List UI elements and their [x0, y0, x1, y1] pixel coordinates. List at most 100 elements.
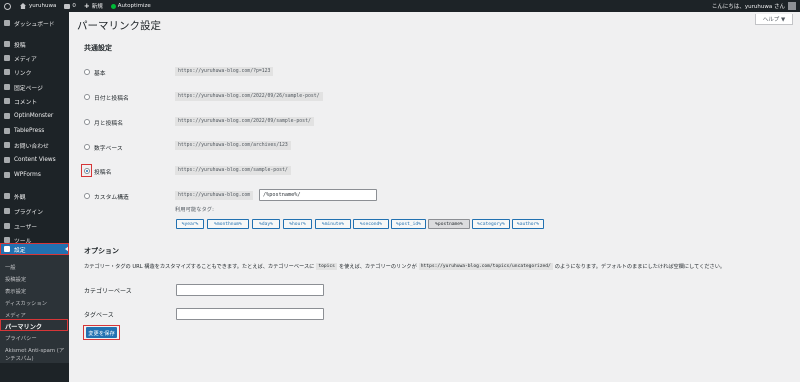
permalink-option-day-name[interactable]: 日付と投稿名	[84, 93, 129, 102]
page-icon	[4, 84, 10, 90]
tag-button-postname[interactable]: %postname%	[428, 219, 470, 229]
optional-description: カテゴリー・タグの URL 構造をカスタマイズすることもできます。たとえば、カテ…	[84, 263, 725, 270]
submenu-item-discussion[interactable]: ディスカッション	[5, 299, 47, 307]
description-text: を使えば、カテゴリーのリンクが	[338, 264, 417, 270]
sidebar-item-label: ユーザー	[14, 224, 38, 231]
submenu-item-writing[interactable]: 投稿設定	[5, 275, 26, 283]
sidebar-item-label: Content Views	[14, 157, 56, 163]
sidebar-item-label: リンク	[14, 70, 32, 77]
radio-button[interactable]	[84, 69, 90, 75]
description-code-topics: topics	[316, 263, 337, 270]
highlight-box-post-name	[81, 164, 92, 177]
submenu-item-reading[interactable]: 表示設定	[5, 287, 26, 295]
option-label: 数字ベース	[94, 145, 123, 152]
sidebar-item-posts[interactable]: 投稿	[0, 38, 69, 50]
sidebar-item-users[interactable]: ユーザー	[0, 220, 69, 232]
example-url-post-name: https://yuruhuwa-blog.com/sample-post/	[175, 166, 291, 175]
permalink-option-custom[interactable]: カスタム構造	[84, 192, 129, 201]
example-url-month-name: https://yuruhuwa-blog.com/2022/09/sample…	[175, 117, 314, 126]
page-title: パーマリンク設定	[77, 20, 161, 32]
appearance-icon	[4, 193, 10, 199]
sidebar-item-wpforms[interactable]: WPForms	[0, 169, 69, 181]
comment-icon	[64, 3, 71, 9]
wordpress-logo-button[interactable]	[0, 0, 16, 12]
option-label: 日付と投稿名	[94, 95, 129, 102]
permalink-option-numeric[interactable]: 数字ベース	[84, 143, 123, 152]
sidebar-item-label: 外観	[14, 194, 26, 201]
new-label: 新規	[91, 4, 103, 10]
radio-button[interactable]	[84, 193, 90, 199]
submenu-item-akismet-cont[interactable]: ンチスパム)	[5, 354, 34, 362]
sidebar-item-label: プラグイン	[14, 209, 43, 216]
admin-sidebar: ダッシュボード 投稿 メディア リンク 固定ページ コメント OptinMons…	[0, 12, 69, 382]
tag-button-second[interactable]: %second%	[353, 219, 389, 229]
tag-base-input[interactable]	[176, 308, 324, 320]
sidebar-item-media[interactable]: メディア	[0, 52, 69, 64]
radio-button[interactable]	[84, 144, 90, 150]
comment-icon	[4, 98, 10, 104]
mail-icon	[4, 142, 10, 148]
permalink-option-month-name[interactable]: 月と投稿名	[84, 118, 123, 127]
media-icon	[4, 55, 10, 61]
submenu-item-general[interactable]: 一般	[5, 263, 16, 271]
tag-button-year[interactable]: %year%	[176, 219, 204, 229]
autoptimize-menu[interactable]: Autoptimize	[107, 0, 155, 12]
tag-button-minute[interactable]: %minute%	[315, 219, 351, 229]
comments-link[interactable]: 0	[60, 0, 80, 12]
dashboard-icon	[4, 20, 10, 26]
sidebar-item-content-views[interactable]: Content Views	[0, 154, 69, 166]
sidebar-item-label: 固定ページ	[14, 85, 43, 92]
option-label: 投稿名	[94, 169, 112, 176]
sidebar-item-plugins[interactable]: プラグイン	[0, 205, 69, 217]
highlight-box-settings	[0, 243, 69, 255]
example-url-numeric: https://yuruhuwa-blog.com/archives/123	[175, 141, 291, 150]
custom-structure-input[interactable]: /%postname%/	[259, 189, 377, 201]
sidebar-item-label: ダッシュボード	[14, 21, 55, 28]
status-dot-icon	[110, 3, 116, 9]
category-base-input[interactable]	[176, 284, 324, 296]
sidebar-item-contact[interactable]: お問い合わせ	[0, 139, 69, 151]
option-label: 基本	[94, 70, 106, 77]
permalink-option-plain[interactable]: 基本	[84, 68, 106, 77]
sidebar-item-label: 投稿	[14, 42, 26, 49]
category-base-label: カテゴリーベース	[84, 288, 132, 295]
new-content-button[interactable]: + 新規	[80, 0, 107, 12]
site-name: yuruhuwa	[29, 3, 57, 9]
sidebar-item-comments[interactable]: コメント	[0, 95, 69, 107]
tag-button-author[interactable]: %author%	[512, 219, 544, 229]
table-icon	[4, 128, 10, 134]
sidebar-item-dashboard[interactable]: ダッシュボード	[0, 17, 69, 29]
avatar	[788, 2, 796, 10]
option-label: 月と投稿名	[94, 120, 123, 127]
tag-button-post-id[interactable]: %post_id%	[391, 219, 426, 229]
radio-button[interactable]	[84, 119, 90, 125]
radio-button[interactable]	[84, 94, 90, 100]
help-tab-button[interactable]: ヘルプ ▼	[755, 14, 793, 25]
example-url-plain: https://yuruhuwa-blog.com/?p=123	[175, 67, 274, 76]
sidebar-item-appearance[interactable]: 外観	[0, 190, 69, 202]
submenu-item-privacy[interactable]: プライバシー	[5, 334, 37, 342]
tag-button-day[interactable]: %day%	[252, 219, 280, 229]
description-text: のようになります。デフォルトのままにしたければ空欄にしてください。	[554, 264, 726, 270]
sidebar-item-label: メディア	[14, 56, 37, 63]
greeting: こんにちは、yuruhuwa さん	[711, 4, 785, 10]
option-label: カスタム構造	[94, 194, 129, 201]
submenu-item-media[interactable]: メディア	[5, 311, 26, 319]
tag-button-category[interactable]: %category%	[472, 219, 510, 229]
sidebar-item-tablepress[interactable]: TablePress	[0, 125, 69, 137]
submenu-item-akismet[interactable]: Akismet Anti-spam (ア	[5, 346, 64, 354]
sidebar-item-pages[interactable]: 固定ページ	[0, 81, 69, 93]
site-name-link[interactable]: yuruhuwa	[16, 0, 60, 12]
autoptimize-label: Autoptimize	[117, 3, 151, 9]
sidebar-item-label: WPForms	[14, 172, 41, 178]
my-account-menu[interactable]: こんにちは、yuruhuwa さん	[712, 2, 800, 10]
tag-button-hour[interactable]: %hour%	[283, 219, 312, 229]
sidebar-item-label: お問い合わせ	[14, 143, 49, 150]
sidebar-item-optinmonster[interactable]: OptinMonster	[0, 110, 69, 122]
available-tags-label: 利用可能なタグ:	[175, 207, 214, 213]
common-settings-heading: 共通設定	[84, 44, 112, 52]
tag-button-monthnum[interactable]: %monthnum%	[207, 219, 249, 229]
sidebar-item-links[interactable]: リンク	[0, 66, 69, 78]
home-icon	[20, 3, 26, 9]
pin-icon	[4, 41, 10, 47]
